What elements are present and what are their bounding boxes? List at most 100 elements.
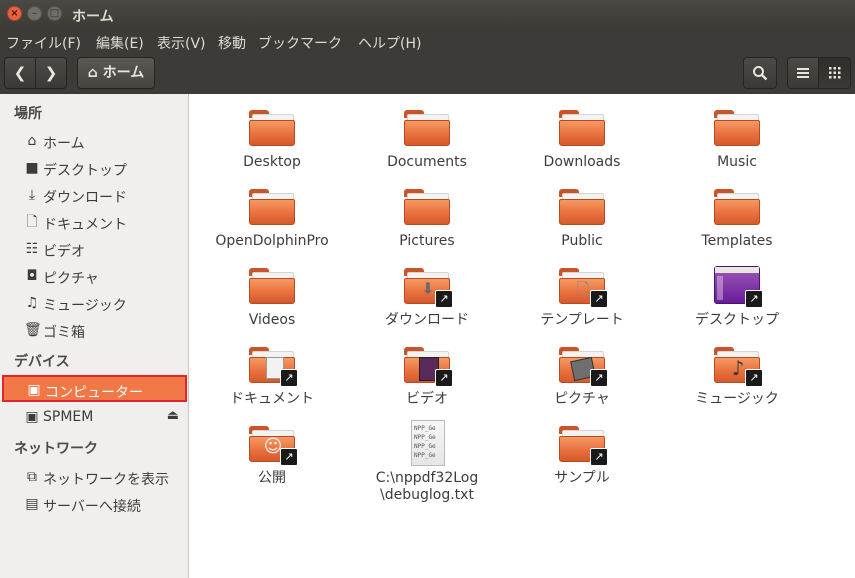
minimize-window-button[interactable]: – (27, 6, 42, 21)
sidebar-item-downloads[interactable]: ⤓ ダウンロード (2, 182, 187, 209)
preview-line: NPP_Ge (414, 425, 436, 432)
folder-icon (713, 108, 761, 148)
file-name: Videos (248, 312, 296, 328)
back-button[interactable]: ❮ (4, 57, 36, 89)
file-name: サンプル (554, 470, 610, 486)
menu-file[interactable]: ファイル(F) (6, 33, 81, 53)
folder-icon: 🗋 ↗ (558, 266, 608, 308)
sidebar-item-videos[interactable]: ☷ ビデオ (2, 236, 187, 263)
sidebar-item-label: ネットワークを表示 (43, 472, 169, 488)
menu-go[interactable]: 移動 (218, 33, 246, 53)
file-name: 公開 (258, 470, 286, 486)
folder-icon (713, 187, 761, 227)
file-name: Music (717, 154, 757, 170)
eject-icon[interactable]: ⏏ (167, 408, 179, 423)
sidebar-item-pictures[interactable]: ◘ ピクチャ (2, 263, 187, 290)
folder-icon (248, 108, 296, 148)
sidebar-item-label: ビデオ (43, 244, 85, 260)
file-item-music-link[interactable]: ♪ ↗ ミュージック (662, 345, 812, 408)
search-button[interactable] (743, 57, 777, 89)
menu-help[interactable]: ヘルプ(H) (358, 33, 421, 53)
file-item-music[interactable]: Music (662, 108, 812, 171)
drive-icon: ▣ (25, 409, 39, 425)
folder-icon: ↗ (403, 345, 453, 387)
document-icon: 🗋 (26, 214, 38, 230)
sidebar-item-documents[interactable]: 🗋 ドキュメント (2, 209, 187, 236)
forward-button[interactable]: ❯ (35, 57, 67, 89)
file-item-public[interactable]: Public (507, 187, 657, 250)
symlink-arrow-icon: ↗ (745, 290, 763, 308)
file-item-public-link[interactable]: ☺ ↗ 公開 (197, 424, 347, 487)
symlink-arrow-icon: ↗ (590, 369, 608, 387)
file-item-opendolphinpro[interactable]: OpenDolphinPro (197, 187, 347, 250)
file-item-templates[interactable]: Templates (662, 187, 812, 250)
home-icon: ⌂ (87, 65, 98, 81)
file-item-sample-link[interactable]: ↗ サンプル (507, 424, 657, 487)
path-home-button[interactable]: ⌂ ホーム (77, 57, 155, 89)
file-grid: Desktop Documents Downloads Music OpenDo… (189, 94, 855, 578)
sidebar-item-home[interactable]: ⌂ ホーム (2, 128, 187, 155)
file-item-downloads[interactable]: Downloads (507, 108, 657, 171)
window-title: ホーム (72, 9, 114, 25)
sidebar-item-trash[interactable]: 🗑 ゴミ箱 (2, 317, 187, 344)
path-label: ホーム (102, 65, 145, 81)
file-item-pictures[interactable]: Pictures (352, 187, 502, 250)
sidebar-item-computer[interactable]: ▣ コンピューター (2, 375, 187, 402)
file-item-document-link[interactable]: ↗ ドキュメント (197, 345, 347, 408)
folder-icon (248, 187, 296, 227)
text-file-icon: NPP_Ge NPP_Ge NPP_Ge NPP_Ge (403, 420, 451, 466)
file-item-desktop[interactable]: Desktop (197, 108, 347, 171)
file-item-debuglog[interactable]: NPP_Ge NPP_Ge NPP_Ge NPP_Ge C:\nppdf32Lo… (352, 420, 502, 504)
folder-icon: ♪ ↗ (713, 345, 763, 387)
file-name: Downloads (543, 154, 621, 170)
folder-icon: ⬇ ↗ (403, 266, 453, 308)
file-item-download-link[interactable]: ⬇ ↗ ダウンロード (352, 266, 502, 329)
file-name: デスクトップ (695, 312, 779, 328)
folder-icon: ☺ ↗ (248, 424, 298, 466)
file-name: テンプレート (540, 312, 624, 328)
grid-view-button[interactable] (818, 57, 851, 89)
list-icon (797, 68, 809, 78)
sidebar-item-music[interactable]: ♫ ミュージック (2, 290, 187, 317)
symlink-arrow-icon: ↗ (590, 290, 608, 308)
file-name: Pictures (399, 233, 455, 249)
drive-icon: ▣ (27, 382, 41, 398)
desktop-icon: ↗ (713, 266, 763, 308)
sidebar-header-devices: デバイス (14, 354, 70, 370)
symlink-arrow-icon: ↗ (590, 448, 608, 466)
file-name: Desktop (243, 154, 301, 170)
sidebar-item-connect-server[interactable]: ▤ サーバーへ接続 (2, 491, 187, 518)
file-item-picture-link[interactable]: ↗ ピクチャ (507, 345, 657, 408)
preview-line: NPP_Ge (414, 434, 436, 441)
film-icon: ☷ (25, 241, 39, 257)
menu-bar: ファイル(F) 編集(E) 表示(V) 移動 ブックマーク ヘルプ(H) (0, 28, 855, 54)
sidebar-item-label: ホーム (43, 136, 85, 152)
sidebar-item-desktop[interactable]: ■ デスクトップ (2, 155, 187, 182)
sidebar-item-label: デスクトップ (43, 163, 127, 179)
symlink-arrow-icon: ↗ (435, 369, 453, 387)
sidebar-item-label: ダウンロード (43, 190, 127, 206)
menu-bookmarks[interactable]: ブックマーク (258, 33, 342, 53)
text-file-preview: NPP_Ge NPP_Ge NPP_Ge NPP_Ge (411, 420, 445, 466)
sidebar-item-label: ゴミ箱 (43, 325, 85, 341)
chevron-left-icon: ❮ (13, 64, 27, 82)
list-view-button[interactable] (787, 57, 819, 89)
download-icon: ⤓ (28, 187, 36, 203)
symlink-arrow-icon: ↗ (435, 290, 453, 308)
menu-edit[interactable]: 編集(E) (96, 33, 144, 53)
file-item-documents[interactable]: Documents (352, 108, 502, 171)
sidebar-item-spmem[interactable]: ▣ SPMEM ⏏ (2, 404, 187, 431)
file-name: OpenDolphinPro (215, 233, 329, 249)
file-item-videos[interactable]: Videos (197, 266, 347, 329)
close-window-button[interactable]: × (7, 6, 22, 21)
file-item-desktop-link[interactable]: ↗ デスクトップ (662, 266, 812, 329)
sidebar-item-browse-network[interactable]: ⧉ ネットワークを表示 (2, 464, 187, 491)
maximize-window-button[interactable]: □ (47, 6, 62, 21)
menu-view[interactable]: 表示(V) (157, 33, 206, 53)
file-item-template-link[interactable]: 🗋 ↗ テンプレート (507, 266, 657, 329)
trash-icon: 🗑 (24, 322, 42, 338)
sidebar-item-label: ピクチャ (43, 271, 99, 287)
folder-icon: ↗ (558, 424, 608, 466)
sidebar-item-label: サーバーへ接続 (43, 499, 141, 515)
file-item-video-link[interactable]: ↗ ビデオ (352, 345, 502, 408)
